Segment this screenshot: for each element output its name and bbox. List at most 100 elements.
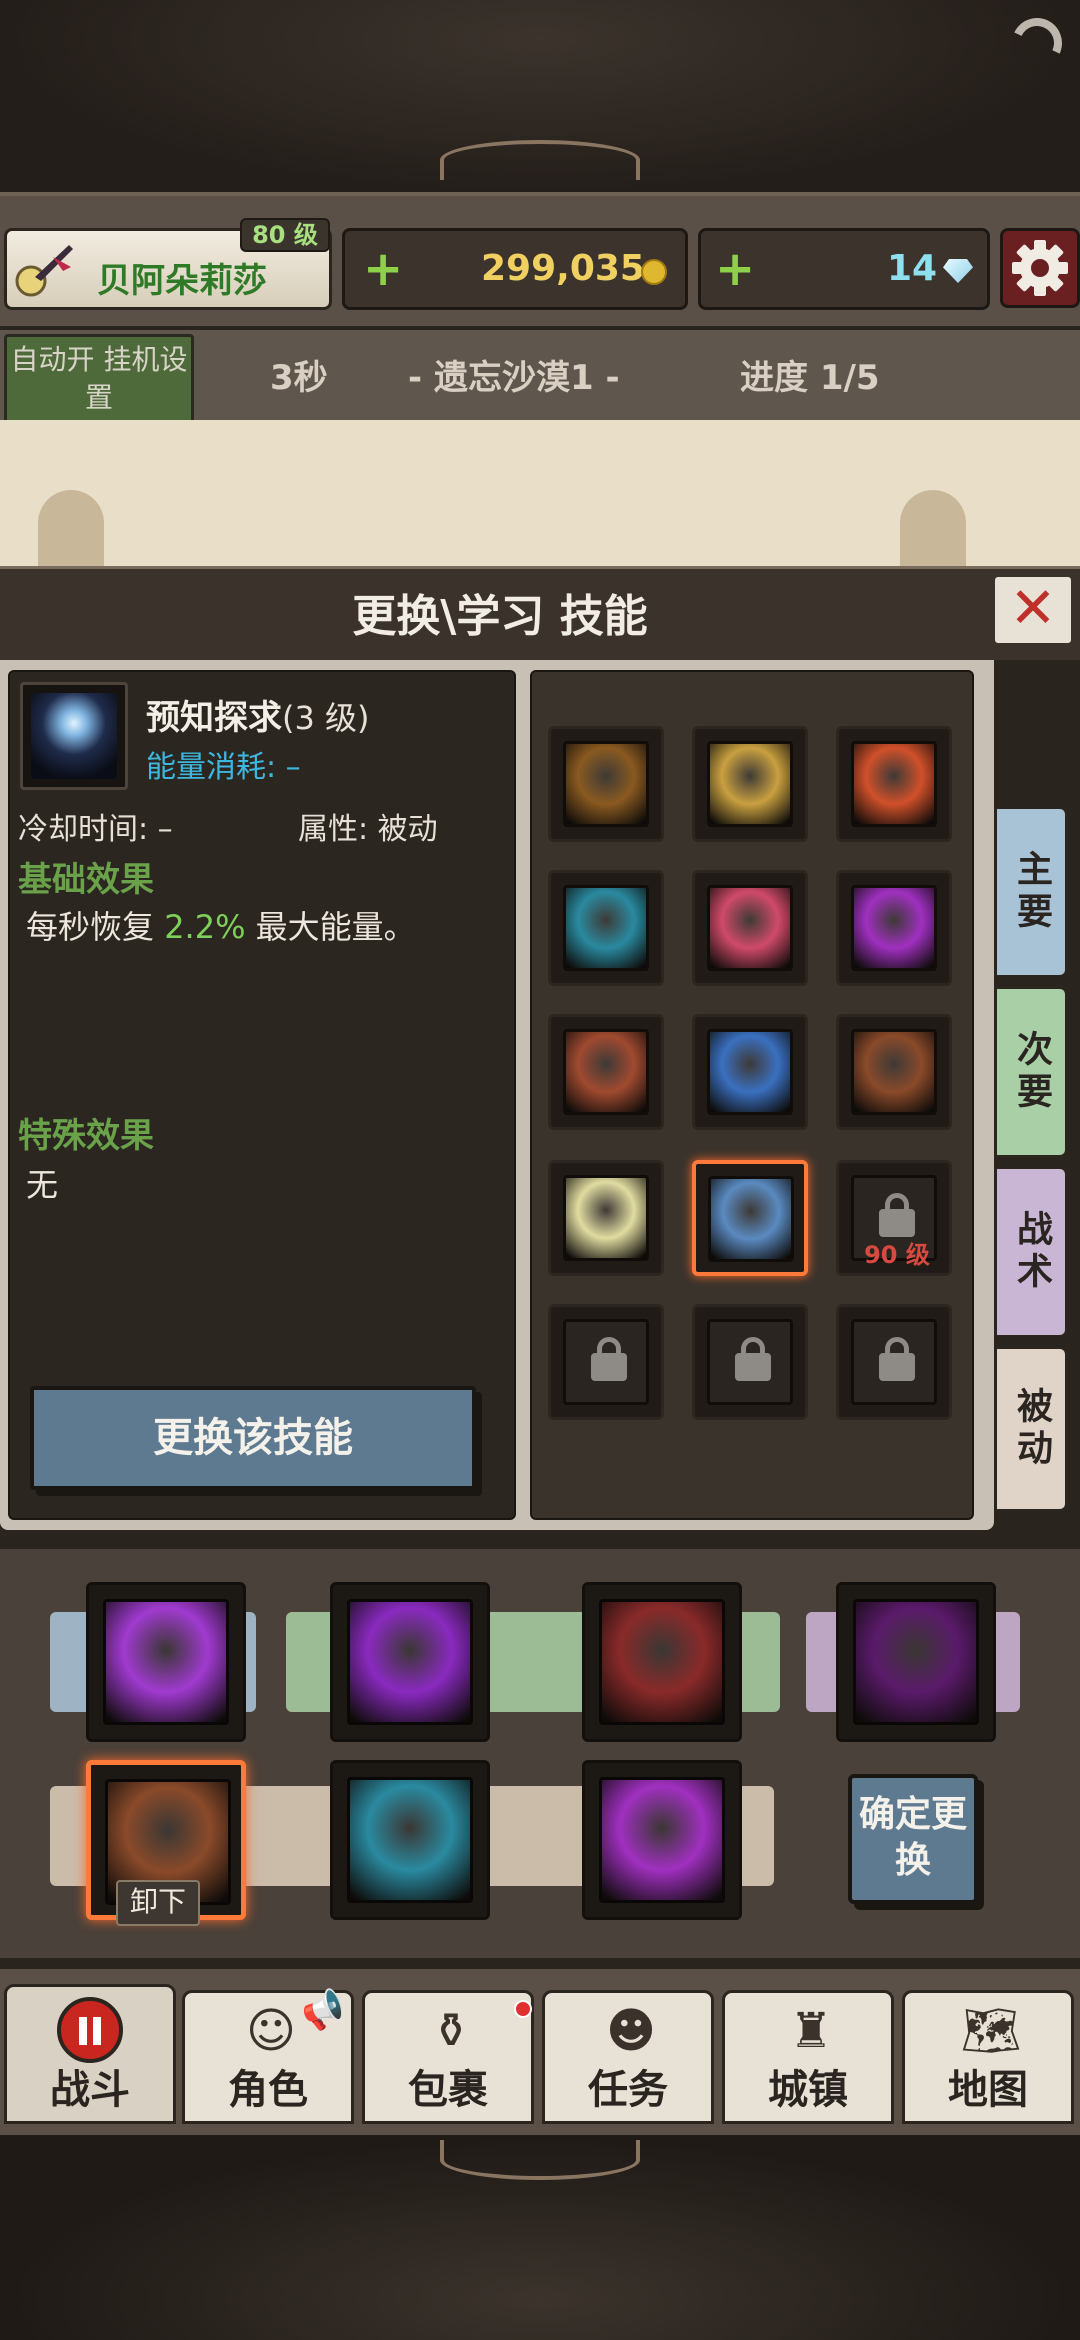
basic-effect-text: 每秒恢复 2.2% 最大能量。	[26, 902, 416, 948]
nav-map-label: 地图	[948, 2067, 1028, 2113]
purple-lightning-icon	[103, 1599, 229, 1725]
locked-skill-slot[interactable]	[548, 1304, 664, 1420]
basic-effect-value: 2.2%	[164, 908, 246, 946]
skill-slot[interactable]	[836, 726, 952, 842]
skill-attribute: 属性: 被动	[298, 812, 438, 847]
special-effect-heading: 特殊效果	[18, 1116, 154, 1156]
bottom-ornament	[440, 2140, 640, 2180]
purple-hand-icon	[851, 885, 937, 971]
castle-icon: ♜	[789, 2003, 833, 2059]
skill-slot[interactable]	[836, 870, 952, 986]
player-level-badge: 80 级	[240, 218, 330, 252]
player-name: 贝阿朵莉莎	[97, 261, 267, 301]
shadow-beast-icon	[853, 1599, 979, 1725]
gear-icon	[1012, 240, 1068, 296]
bag-icon: ⚱	[430, 2003, 472, 2059]
scene-pillar	[38, 490, 104, 570]
explosion-icon	[851, 741, 937, 827]
basic-effect-suffix: 最大能量。	[255, 908, 416, 946]
equipped-skill-slot[interactable]	[86, 1582, 246, 1742]
bear-moon-icon	[563, 741, 649, 827]
add-gems-button[interactable]: +	[715, 231, 755, 307]
panel-title: 更换\学习 技能	[352, 591, 648, 642]
equipped-skill-slot[interactable]	[836, 1582, 996, 1742]
lock-icon	[879, 1337, 915, 1381]
equipped-skill-slot[interactable]	[582, 1760, 742, 1920]
purple-hand-icon	[599, 1777, 725, 1903]
skill-level: (3 级)	[282, 699, 370, 737]
purple-vortex-icon	[347, 1599, 473, 1725]
skill-slot[interactable]	[548, 870, 664, 986]
nav-character-label: 角色	[228, 2067, 308, 2113]
skill-name-text: 预知探求	[146, 698, 282, 738]
foresight-orb-icon	[708, 1176, 794, 1262]
basic-effect-prefix: 每秒恢复	[26, 908, 155, 946]
nav-bag[interactable]: ⚱ 包裹	[362, 1990, 534, 2124]
lock-icon	[591, 1337, 627, 1381]
gem-amount: 14	[887, 248, 938, 289]
skill-slot[interactable]	[692, 1014, 808, 1130]
skill-slot[interactable]	[692, 726, 808, 842]
stage-progress: 进度 1/5	[740, 358, 880, 398]
cyan-silhouette-icon	[563, 885, 649, 971]
skill-name: 预知探求(3 级)	[146, 690, 370, 739]
energy-cost: 能量消耗: –	[146, 750, 301, 785]
close-button[interactable]: ✕	[992, 574, 1074, 646]
lock-icon	[735, 1337, 771, 1381]
location-name: - 遗忘沙漠1 -	[408, 358, 620, 398]
settings-button[interactable]	[1000, 228, 1080, 308]
scene-pillar	[900, 490, 966, 570]
tab-main[interactable]: 主要	[994, 806, 1068, 978]
map-icon: 🗺	[960, 2003, 1022, 2059]
unequip-button[interactable]: 卸下	[116, 1880, 200, 1926]
cooldown-time: 冷却时间: –	[18, 812, 173, 847]
nav-quest-label: 任务	[588, 2067, 668, 2113]
pause-icon	[57, 1997, 123, 2063]
foresight-orb-icon	[31, 693, 117, 779]
lock-icon	[879, 1193, 915, 1237]
add-gold-button[interactable]: +	[363, 231, 403, 307]
gem-display: + 14	[698, 228, 990, 310]
tab-tactics[interactable]: 战术	[994, 1166, 1068, 1338]
nav-quest[interactable]: ☻ 任务	[542, 1990, 714, 2124]
character-face-icon: ☺	[245, 2003, 297, 2059]
light-burst-icon	[563, 1175, 649, 1261]
coin-icon	[641, 259, 667, 285]
tab-secondary[interactable]: 次要	[994, 986, 1068, 1158]
battle-timer: 3秒	[270, 358, 328, 398]
top-ornament	[440, 140, 640, 180]
nav-town[interactable]: ♜ 城镇	[722, 1990, 894, 2124]
skill-slot[interactable]	[548, 1160, 664, 1276]
bone-claw-icon	[563, 1029, 649, 1115]
nav-map[interactable]: 🗺 地图	[902, 1990, 1074, 2124]
tab-passive[interactable]: 被动	[994, 1346, 1068, 1512]
player-avatar-icon	[13, 237, 77, 301]
skill-slot[interactable]	[692, 1160, 808, 1276]
skill-slot[interactable]	[836, 1014, 952, 1130]
lightbeam-figure-icon	[707, 1029, 793, 1115]
confirm-replace-button[interactable]: 确定更换	[848, 1774, 978, 1904]
equipped-skill-slot[interactable]	[330, 1760, 490, 1920]
unlock-level-label: 90 级	[864, 1241, 930, 1269]
locked-skill-slot[interactable]	[836, 1304, 952, 1420]
notification-dot	[514, 2000, 532, 2018]
equipped-skill-slot[interactable]	[330, 1582, 490, 1742]
selected-skill-thumbnail	[20, 682, 128, 790]
skill-slot[interactable]	[548, 726, 664, 842]
pink-orb-icon	[707, 885, 793, 971]
quest-girl-icon: ☻	[605, 2003, 657, 2059]
gold-amount: 299,035	[481, 248, 645, 289]
skill-slot[interactable]	[548, 1014, 664, 1130]
locked-skill-slot[interactable]: 90 级	[836, 1160, 952, 1276]
golden-shield-icon	[707, 741, 793, 827]
cyan-silhouette-icon	[347, 1777, 473, 1903]
equipped-skill-slot[interactable]	[582, 1582, 742, 1742]
replace-skill-button[interactable]: 更换该技能	[30, 1386, 476, 1490]
armored-knight-icon	[599, 1599, 725, 1725]
nav-town-label: 城镇	[768, 2067, 848, 2113]
nav-battle[interactable]: 战斗	[4, 1984, 176, 2124]
locked-skill-slot[interactable]	[692, 1304, 808, 1420]
skill-slot[interactable]	[692, 870, 808, 986]
gold-display: + 299,035	[342, 228, 688, 310]
auto-idle-settings-button[interactable]: 自动开 挂机设置	[4, 334, 194, 424]
